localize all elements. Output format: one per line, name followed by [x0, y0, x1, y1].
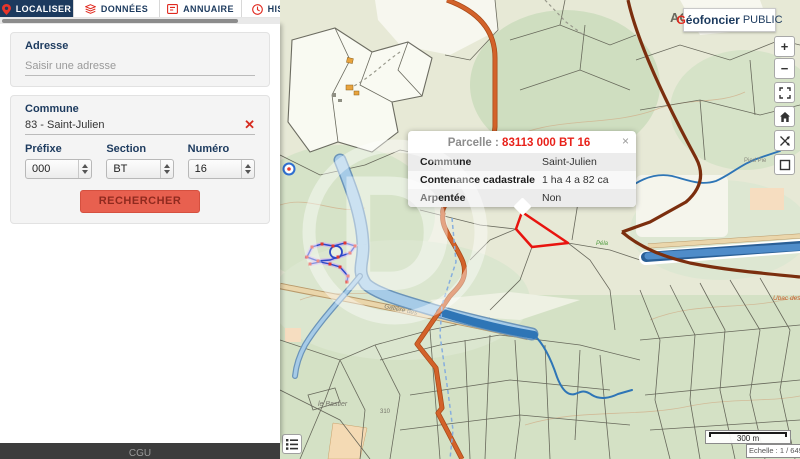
clock-icon	[252, 4, 263, 15]
tabbar-scrollbar	[0, 18, 280, 24]
scale-ratio: Echelle : 1 / 6495	[746, 444, 800, 458]
rechercher-button[interactable]: RECHERCHER	[80, 190, 200, 213]
commune-card: Commune 83 - Saint-Julien ✕ Préfixe 000 …	[10, 95, 270, 224]
directory-card-icon	[167, 4, 178, 14]
geolocation-marker	[284, 164, 295, 175]
map-pin-icon	[2, 4, 11, 15]
logo-initial: G	[676, 13, 685, 27]
address-card-title: Adresse	[25, 40, 255, 52]
full-extent-button[interactable]	[774, 82, 795, 103]
swap-view-button[interactable]	[774, 130, 795, 151]
square-icon	[779, 159, 791, 171]
clear-commune-icon[interactable]: ✕	[244, 120, 255, 130]
overview-map-button[interactable]	[774, 154, 795, 175]
tab-annuaire[interactable]: ANNUAIRE	[160, 0, 242, 18]
prefixe-select[interactable]: 000	[25, 159, 92, 179]
address-input[interactable]	[25, 58, 255, 76]
geofoncier-logo: GéofoncierPUBLIC	[683, 8, 776, 32]
commune-value: 83 - Saint-Julien	[25, 119, 244, 131]
zoom-in-button[interactable]: +	[774, 36, 795, 57]
scale-bar: 300 m	[705, 430, 791, 444]
map-canvas[interactable]: AC Gatière des le Bastier 310 Ubac des P…	[280, 0, 800, 459]
stepper-icon	[160, 160, 173, 178]
field-numero: Numéro 16	[188, 143, 255, 179]
field-label: Préfixe	[25, 143, 92, 155]
popup-row-commune: Commune Saint-Julien	[408, 153, 636, 171]
popup-row-contenance: Contenance cadastrale 1 ha 4 a 82 ca	[408, 171, 636, 189]
row-label: Contenance cadastrale	[408, 174, 542, 186]
tab-historique[interactable]: HISTORIQUE	[242, 0, 280, 18]
label-elevation: 310	[380, 409, 391, 415]
popup-parcel-id: 83113 000 BT 16	[502, 137, 590, 149]
tab-label: DONNÉES	[101, 4, 148, 14]
tab-label: ANNUAIRE	[183, 4, 234, 14]
popup-title: Parcelle : 83113 000 BT 16	[408, 131, 636, 153]
logo-name: éofoncier	[686, 13, 740, 27]
stepper-icon	[78, 160, 91, 178]
map-svg: AC Gatière des le Bastier 310 Ubac des P…	[280, 0, 800, 459]
map-controls: + −	[774, 36, 795, 178]
tab-donnees[interactable]: DONNÉES	[74, 0, 160, 18]
label-pied: Pied Pie	[744, 158, 767, 164]
crossing-arrows-icon	[779, 135, 791, 147]
row-value: Saint-Julien	[542, 156, 636, 168]
expand-icon	[779, 87, 791, 99]
field-label: Numéro	[188, 143, 255, 155]
zoom-out-button[interactable]: −	[774, 58, 795, 79]
layers-icon	[85, 4, 96, 14]
cgu-link[interactable]: CGU	[129, 448, 151, 459]
logo-edition: PUBLIC	[743, 14, 783, 26]
search-row: RECHERCHER	[25, 190, 255, 213]
stepper-icon	[241, 160, 254, 178]
geofoncier-app: AC Gatière des le Bastier 310 Ubac des P…	[0, 0, 800, 459]
section-select[interactable]: BT	[106, 159, 173, 179]
tabbar-scrollbar-thumb[interactable]	[2, 19, 238, 23]
row-value: 1 ha 4 a 82 ca	[542, 174, 636, 186]
field-section: Section BT	[106, 143, 173, 179]
home-button[interactable]	[774, 106, 795, 127]
address-card: Adresse	[10, 32, 270, 87]
parcel-fields-row: Préfixe 000 Section BT Numéro	[25, 143, 255, 179]
label-ubac: Ubac des	[773, 295, 800, 302]
row-label: Commune	[408, 156, 542, 168]
popup-title-label: Parcelle :	[448, 137, 499, 149]
commune-card-title: Commune	[25, 103, 255, 115]
tab-label: LOCALISER	[16, 4, 72, 14]
select-value: 000	[26, 163, 78, 175]
popup-close-icon[interactable]: ×	[622, 135, 629, 147]
panel-footer: CGU	[0, 443, 280, 459]
legend-button[interactable]	[282, 434, 302, 454]
select-value: BT	[107, 163, 159, 175]
parcel-popup: × Parcelle : 83113 000 BT 16 Commune Sai…	[408, 131, 636, 207]
scale-bar-label: 300 m	[706, 434, 790, 443]
label-bastier: le Bastier	[318, 401, 348, 408]
numero-select[interactable]: 16	[188, 159, 255, 179]
main-tabbar: LOCALISER DONNÉES ANNUAIRE HISTORIQUE	[0, 0, 280, 18]
label-pela: Péla	[596, 241, 609, 247]
commune-value-row: 83 - Saint-Julien ✕	[25, 119, 255, 135]
tab-localiser[interactable]: LOCALISER	[0, 0, 74, 18]
select-value: 16	[189, 163, 241, 175]
home-icon	[779, 111, 791, 123]
tab-label: HISTORIQUE	[268, 4, 280, 14]
field-label: Section	[106, 143, 173, 155]
localiser-panel: Adresse Commune 83 - Saint-Julien ✕ Préf…	[0, 24, 280, 443]
field-prefixe: Préfixe 000	[25, 143, 92, 179]
legend-list-icon	[286, 439, 298, 450]
row-value: Non	[542, 192, 636, 204]
